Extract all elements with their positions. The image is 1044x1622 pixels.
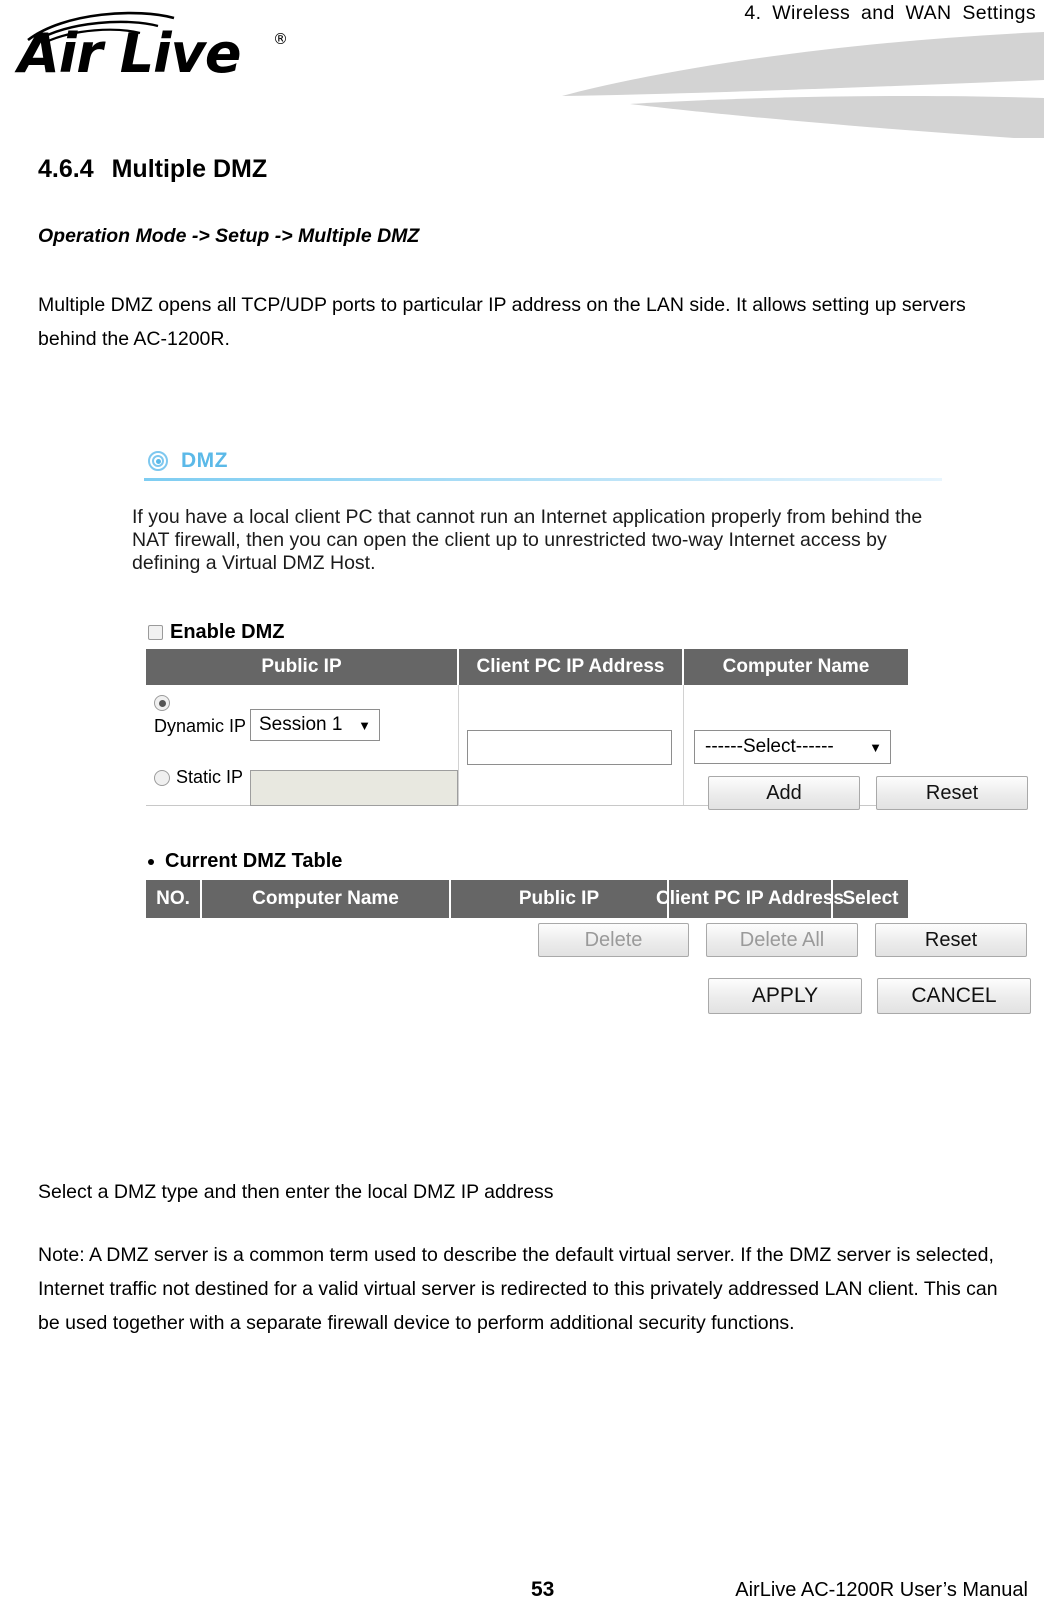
dmz-panel-header: DMZ: [148, 446, 228, 476]
entry-table-header-row: Public IP Client PC IP Address Computer …: [146, 649, 908, 685]
airlive-logo: Air Live ®: [18, 8, 318, 88]
page-title: 4.6.4 Multiple DMZ: [38, 155, 267, 184]
enable-dmz-label: Enable DMZ: [170, 621, 285, 643]
closing-instruction: Select a DMZ type and then enter the loc…: [38, 1181, 554, 1203]
manual-title: AirLive AC-1200R User’s Manual: [735, 1579, 1028, 1601]
page-footer: 53 AirLive AC-1200R User’s Manual: [0, 1578, 1044, 1618]
header-swoosh-decoration: [330, 18, 1044, 138]
public-ip-cell: Dynamic IP Session 1 ▼ Static IP: [146, 685, 459, 806]
column-header-client-pc-ip: Client PC IP Address: [656, 880, 844, 918]
static-ip-option[interactable]: Static IP: [154, 767, 249, 788]
enable-dmz-checkbox[interactable]: [148, 625, 163, 640]
column-header-select: Select: [842, 888, 899, 909]
computer-name-select-value: ------Select------: [705, 736, 834, 757]
column-header-public-ip: Public IP: [451, 880, 669, 918]
logo-wordmark: Air Live: [18, 22, 241, 85]
column-header-client-pc-ip: Client PC IP Address: [459, 649, 684, 685]
section-title: Multiple DMZ: [111, 155, 268, 183]
apply-button[interactable]: APPLY: [708, 978, 862, 1014]
panel-divider: [144, 478, 942, 481]
session-select[interactable]: Session 1 ▼: [250, 709, 380, 741]
static-ip-radio[interactable]: [154, 769, 170, 786]
computer-name-select[interactable]: ------Select------ ▼: [694, 730, 891, 764]
breadcrumb: Operation Mode -> Setup -> Multiple DMZ: [38, 225, 420, 247]
column-header-public-ip: Public IP: [146, 649, 459, 685]
page-header: 4. Wireless and WAN Settings Air Live ®: [0, 0, 1044, 140]
dynamic-ip-label: Dynamic IP: [154, 716, 247, 736]
reset-button[interactable]: Reset: [876, 776, 1028, 810]
chevron-down-icon: ▼: [869, 739, 882, 755]
add-button[interactable]: Add: [708, 776, 860, 810]
column-header-no: NO.: [146, 880, 202, 918]
delete-button[interactable]: Delete: [538, 923, 689, 957]
enable-dmz-checkbox-row[interactable]: Enable DMZ: [148, 621, 284, 644]
dmz-settings-screenshot: DMZ If you have a local client PC that c…: [130, 438, 1031, 1078]
section-number: 4.6.4: [38, 155, 94, 183]
cancel-button[interactable]: CANCEL: [877, 978, 1031, 1014]
chevron-down-icon: ▼: [358, 717, 371, 733]
dmz-description: If you have a local client PC that canno…: [132, 506, 923, 574]
current-dmz-table-label: Current DMZ Table: [148, 850, 342, 873]
page-number: 53: [531, 1578, 555, 1601]
session-select-value: Session 1: [259, 714, 343, 735]
static-ip-input[interactable]: [250, 770, 458, 806]
client-pc-ip-input[interactable]: [467, 730, 672, 765]
intro-paragraph: Multiple DMZ opens all TCP/UDP ports to …: [38, 294, 966, 350]
static-ip-label: Static IP: [176, 767, 244, 787]
column-header-computer-name: Computer Name: [722, 656, 870, 677]
dynamic-ip-option[interactable]: Dynamic IP: [154, 695, 249, 737]
bullet-icon: [148, 858, 154, 865]
dmz-panel-title: DMZ: [181, 449, 228, 472]
current-dmz-table-header-row: NO. Computer Name Public IP Client PC IP…: [146, 880, 908, 918]
target-icon: [148, 451, 168, 471]
reset-table-button[interactable]: Reset: [875, 923, 1027, 957]
logo-registered-mark: ®: [273, 30, 288, 48]
note-paragraph: Note: A DMZ server is a common term used…: [38, 1244, 998, 1334]
dynamic-ip-radio[interactable]: [154, 695, 170, 711]
column-header-computer-name: Computer Name: [202, 880, 451, 918]
current-dmz-table-title: Current DMZ Table: [165, 850, 343, 872]
delete-all-button[interactable]: Delete All: [706, 923, 858, 957]
client-pc-ip-cell: [459, 685, 684, 805]
